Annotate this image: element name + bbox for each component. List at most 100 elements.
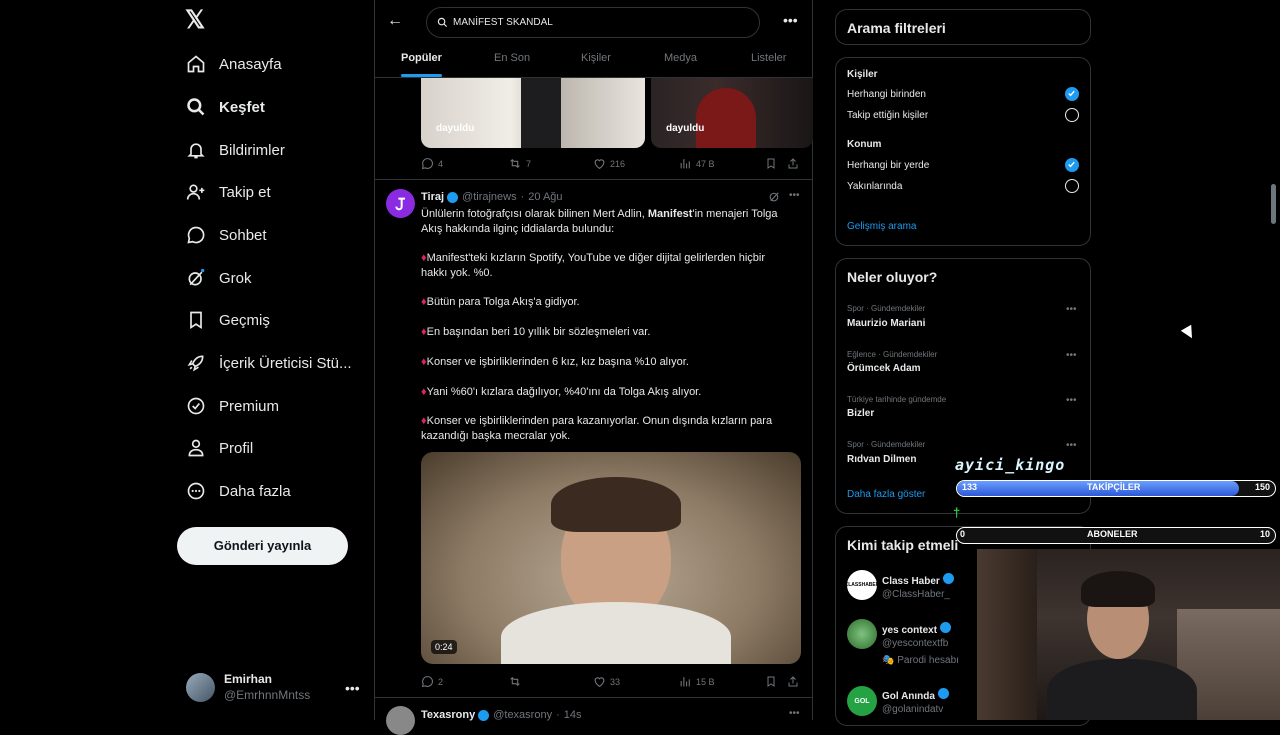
avatar[interactable] [386,189,415,218]
filter-option-nearby[interactable]: Yakınlarında [847,181,902,192]
who-name[interactable]: Gol Anında [882,688,949,702]
nav-grok[interactable]: Grok [185,258,252,298]
author-name[interactable]: Tiraj [421,191,444,203]
trend-name[interactable]: Örümcek Adam [847,363,921,374]
search-icon [185,96,207,118]
media-image[interactable]: dayuldu [651,78,813,148]
avatar[interactable] [847,619,877,649]
reply-button[interactable]: 2 [421,675,443,688]
rocket-icon [185,352,207,374]
nav-creator-studio[interactable]: İçerik Üreticisi Stü... [185,343,352,383]
post-button[interactable]: Gönderi yayınla [177,527,348,565]
avatar[interactable] [386,706,415,735]
x-logo[interactable]: 𝕏 [185,8,209,33]
media-image[interactable]: dayuldu [421,78,645,148]
repost-icon [510,676,520,687]
video-player[interactable]: 0:24 [421,452,801,664]
nav-label: İçerik Üreticisi Stü... [219,354,352,372]
who-handle: @ClassHaber_ [882,589,950,600]
views-button[interactable]: 47 B [679,157,715,170]
nav-explore[interactable]: Keşfet [185,87,265,127]
trend-name[interactable]: Maurizio Mariani [847,318,925,329]
trend-meta: Spor · Gündemdekiler [847,440,926,449]
post-date[interactable]: 20 Ağu [528,191,562,203]
radio-anyone[interactable] [1065,87,1079,101]
share-button[interactable] [787,675,803,688]
tab-people[interactable]: Kişiler [581,52,611,64]
tab-latest[interactable]: En Son [494,52,530,64]
back-arrow-icon[interactable]: ← [387,12,403,30]
grok-post-icon[interactable] [768,190,781,203]
more-dots-icon[interactable]: ••• [1066,395,1077,406]
author-handle[interactable]: @tirajnews [462,191,517,203]
account-switcher[interactable]: Emirhan @EmrhnnMntss [186,672,310,702]
radio-following[interactable] [1065,108,1079,122]
advanced-search-link[interactable]: Gelişmiş arama [847,221,916,232]
subs-goal-bar: 0 ABONELER 10 [956,527,1276,544]
bookmark-button[interactable] [765,157,781,170]
nav-label: Sohbet [219,226,267,244]
filter-option-anywhere[interactable]: Herhangi bir yerde [847,160,929,171]
nav-premium[interactable]: Premium [185,386,279,426]
more-dots-icon[interactable]: ••• [783,12,798,28]
search-input[interactable]: MANİFEST SKANDAL [426,7,760,38]
subs-goal: 10 [1259,529,1270,539]
nav-home[interactable]: Anasayfa [185,44,282,84]
people-heading: Kişiler [847,69,878,80]
like-count: 216 [610,158,626,169]
nav-profile[interactable]: Profil [185,428,253,468]
bell-icon [185,139,207,161]
who-name[interactable]: Class Haber [882,573,954,587]
filter-option-anyone[interactable]: Herhangi birinden [847,89,926,100]
trend-name[interactable]: Rıdvan Dilmen [847,454,916,465]
radio-nearby[interactable] [1065,179,1079,193]
author-name[interactable]: Texasrony [421,709,475,721]
bookmark-icon [185,309,207,331]
more-dots-icon[interactable]: ••• [345,680,360,696]
nav-bookmarks[interactable]: Geçmiş [185,300,270,340]
followers-goal-bar: 133 TAKİPÇİLER 150 [956,480,1276,497]
reply-button[interactable]: 4 [421,157,443,170]
more-dots-icon[interactable]: ••• [1066,440,1077,451]
person-add-icon [185,181,207,203]
views-icon [680,677,690,687]
nav-notifications[interactable]: Bildirimler [185,130,285,170]
search-header: ← MANİFEST SKANDAL ••• Popüler En Son Ki… [375,0,812,78]
more-dots-icon[interactable]: ••• [1066,350,1077,361]
post-text: Ünlülerin fotoğrafçısı olarak bilinen Me… [421,208,778,235]
bookmark-icon [767,158,775,169]
avatar[interactable]: CLASSHABER [845,570,879,600]
show-more-link[interactable]: Daha fazla göster [847,489,925,500]
nav-chat[interactable]: Sohbet [185,215,267,255]
bullet-line: ♦Bütün para Tolga Akış'a gidiyor. [421,296,580,308]
share-icon [788,676,798,687]
bookmark-button[interactable] [765,675,781,688]
nav-more[interactable]: Daha fazla [185,471,291,511]
post-date[interactable]: 14s [564,709,582,721]
author-handle[interactable]: @texasrony [493,709,552,721]
left-sidebar: 𝕏 Anasayfa Keşfet Bildirimler Takip et S… [170,0,374,720]
post-more-icon[interactable]: ••• [789,190,800,201]
tab-top[interactable]: Popüler [401,52,442,64]
bullet-line: ♦Yani %60'ı kızlara dağılıyor, %40'ını d… [421,386,702,398]
parody-label: 🎭 Parodi hesabı [882,655,959,666]
filter-option-following[interactable]: Takip ettiğin kişiler [847,110,928,121]
repost-button[interactable] [508,675,526,688]
post-more-icon[interactable]: ••• [789,708,800,719]
more-dots-icon[interactable]: ••• [1066,304,1077,315]
avatar[interactable]: GOL [847,686,877,716]
share-button[interactable] [787,157,803,170]
tab-media[interactable]: Medya [664,52,697,64]
scrollbar-thumb[interactable] [1271,184,1276,224]
views-button[interactable]: 15 B [679,675,715,688]
like-button[interactable]: 33 [593,675,620,688]
trend-name[interactable]: Bizler [847,408,874,419]
chat-icon [185,224,207,246]
nav-follow[interactable]: Takip et [185,172,271,212]
webcam-overlay [977,549,1280,720]
tab-lists[interactable]: Listeler [751,52,786,64]
repost-button[interactable]: 7 [508,157,531,170]
like-button[interactable]: 216 [593,157,625,170]
radio-anywhere[interactable] [1065,158,1079,172]
who-name[interactable]: yes context [882,622,952,636]
